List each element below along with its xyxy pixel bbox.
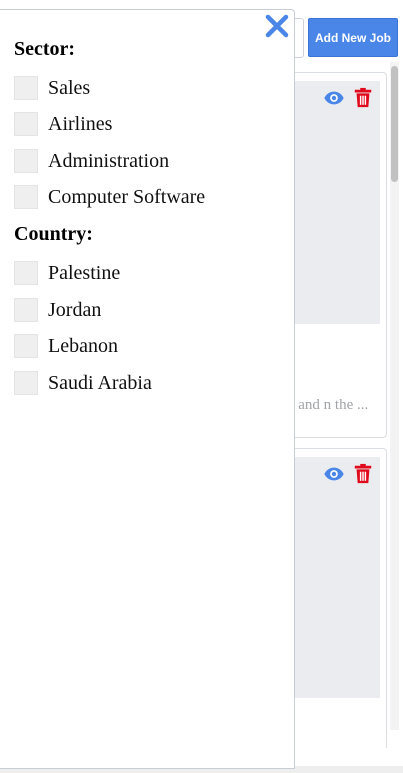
checkbox[interactable]	[14, 261, 38, 285]
filter-label: Lebanon	[48, 334, 118, 357]
eye-icon	[324, 467, 344, 481]
eye-icon	[324, 91, 344, 105]
view-job-button[interactable]	[323, 463, 345, 485]
filter-label: Administration	[48, 149, 170, 172]
close-button[interactable]	[265, 14, 289, 38]
sector-heading: Sector:	[14, 38, 76, 60]
delete-job-button[interactable]	[352, 87, 374, 109]
filter-item-administration[interactable]: Administration	[14, 149, 169, 173]
filter-item-airlines[interactable]: Airlines	[14, 112, 112, 136]
filter-label: Jordan	[48, 298, 102, 321]
filter-item-lebanon[interactable]: Lebanon	[14, 334, 118, 358]
filter-item-computer-software[interactable]: Computer Software	[14, 185, 205, 209]
view-job-button[interactable]	[323, 87, 345, 109]
filter-item-saudi-arabia[interactable]: Saudi Arabia	[14, 371, 152, 395]
scrollbar-thumb[interactable]	[391, 66, 398, 182]
checkbox[interactable]	[14, 334, 38, 358]
filter-label: Saudi Arabia	[48, 371, 152, 394]
filter-label: Sales	[48, 76, 91, 99]
filter-item-sales[interactable]: Sales	[14, 76, 90, 100]
add-new-job-button[interactable]: Add New Job	[308, 18, 398, 57]
checkbox[interactable]	[14, 371, 38, 395]
checkbox[interactable]	[14, 112, 38, 136]
checkbox[interactable]	[14, 185, 38, 209]
filter-label: Computer Software	[48, 185, 206, 208]
checkbox[interactable]	[14, 76, 38, 100]
filter-item-jordan[interactable]: Jordan	[14, 298, 101, 322]
filter-label: Airlines	[48, 112, 113, 135]
checkbox[interactable]	[14, 149, 38, 173]
delete-job-button[interactable]	[352, 463, 374, 485]
checkbox[interactable]	[14, 298, 38, 322]
trash-icon	[354, 463, 372, 484]
filter-label: Palestine	[48, 261, 121, 284]
filter-item-palestine[interactable]: Palestine	[14, 261, 120, 285]
country-heading: Country:	[14, 223, 93, 245]
close-icon	[265, 14, 289, 38]
trash-icon	[354, 87, 372, 108]
filter-drawer: Sector: Sales Airlines Administration Co…	[0, 9, 295, 769]
